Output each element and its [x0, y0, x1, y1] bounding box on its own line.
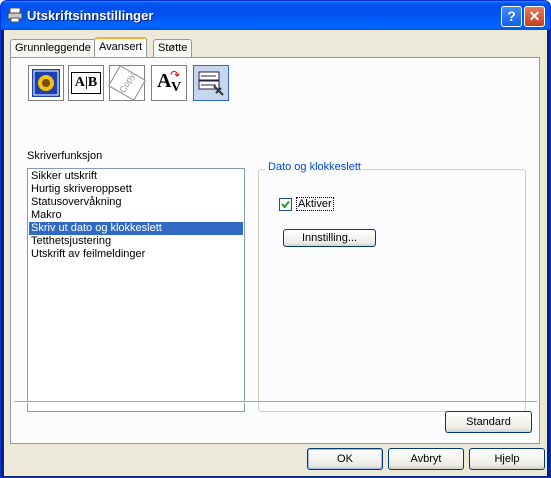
tab-stotte[interactable]: Støtte: [153, 39, 193, 57]
list-item[interactable]: Hurtig skriveroppsett: [29, 183, 243, 196]
list-item[interactable]: Makro: [29, 209, 243, 222]
window-title: Utskriftsinnstillinger: [27, 8, 154, 23]
cancel-button[interactable]: Avbryt: [388, 448, 464, 470]
list-item[interactable]: Statusovervåkning: [29, 196, 243, 209]
panel-content: Skriverfunksjon Sikker utskrift Hurtig s…: [10, 57, 540, 444]
printer-icon: [7, 7, 23, 23]
date-time-group-title: Dato og klokkeslett: [265, 161, 364, 173]
help-button[interactable]: Hjelp: [469, 448, 545, 470]
dialog-window: Utskriftsinnstillinger ? ✕ Grunnleggende…: [0, 0, 551, 478]
list-item[interactable]: Sikker utskrift: [29, 170, 243, 183]
standard-button[interactable]: Standard: [445, 411, 532, 433]
enable-label[interactable]: Aktiver: [296, 197, 334, 211]
title-help-button[interactable]: ?: [501, 6, 522, 27]
list-item-selected[interactable]: Skriv ut dato og klokkeslett: [29, 222, 243, 235]
tab-avansert[interactable]: Avansert: [94, 37, 148, 57]
tab-grunnleggende[interactable]: Grunnleggende: [10, 39, 96, 57]
checkmark-icon: [281, 200, 290, 209]
separator-line: [14, 401, 537, 403]
dialog-client-area: Grunnleggende Avansert Støtte A|B Copy A…: [4, 30, 547, 476]
printer-function-list[interactable]: Sikker utskrift Hurtig skriveroppsett St…: [27, 168, 245, 412]
ok-button[interactable]: OK: [307, 448, 383, 470]
list-item[interactable]: Tetthetsjustering: [29, 235, 243, 248]
settings-button[interactable]: Innstilling...: [283, 229, 376, 247]
title-bar[interactable]: Utskriftsinnstillinger ? ✕: [1, 1, 550, 30]
enable-checkbox[interactable]: [279, 198, 292, 211]
printer-function-label: Skriverfunksjon: [27, 150, 103, 162]
list-item[interactable]: Utskrift av feilmeldinger: [29, 248, 243, 261]
title-close-button[interactable]: ✕: [524, 6, 545, 27]
